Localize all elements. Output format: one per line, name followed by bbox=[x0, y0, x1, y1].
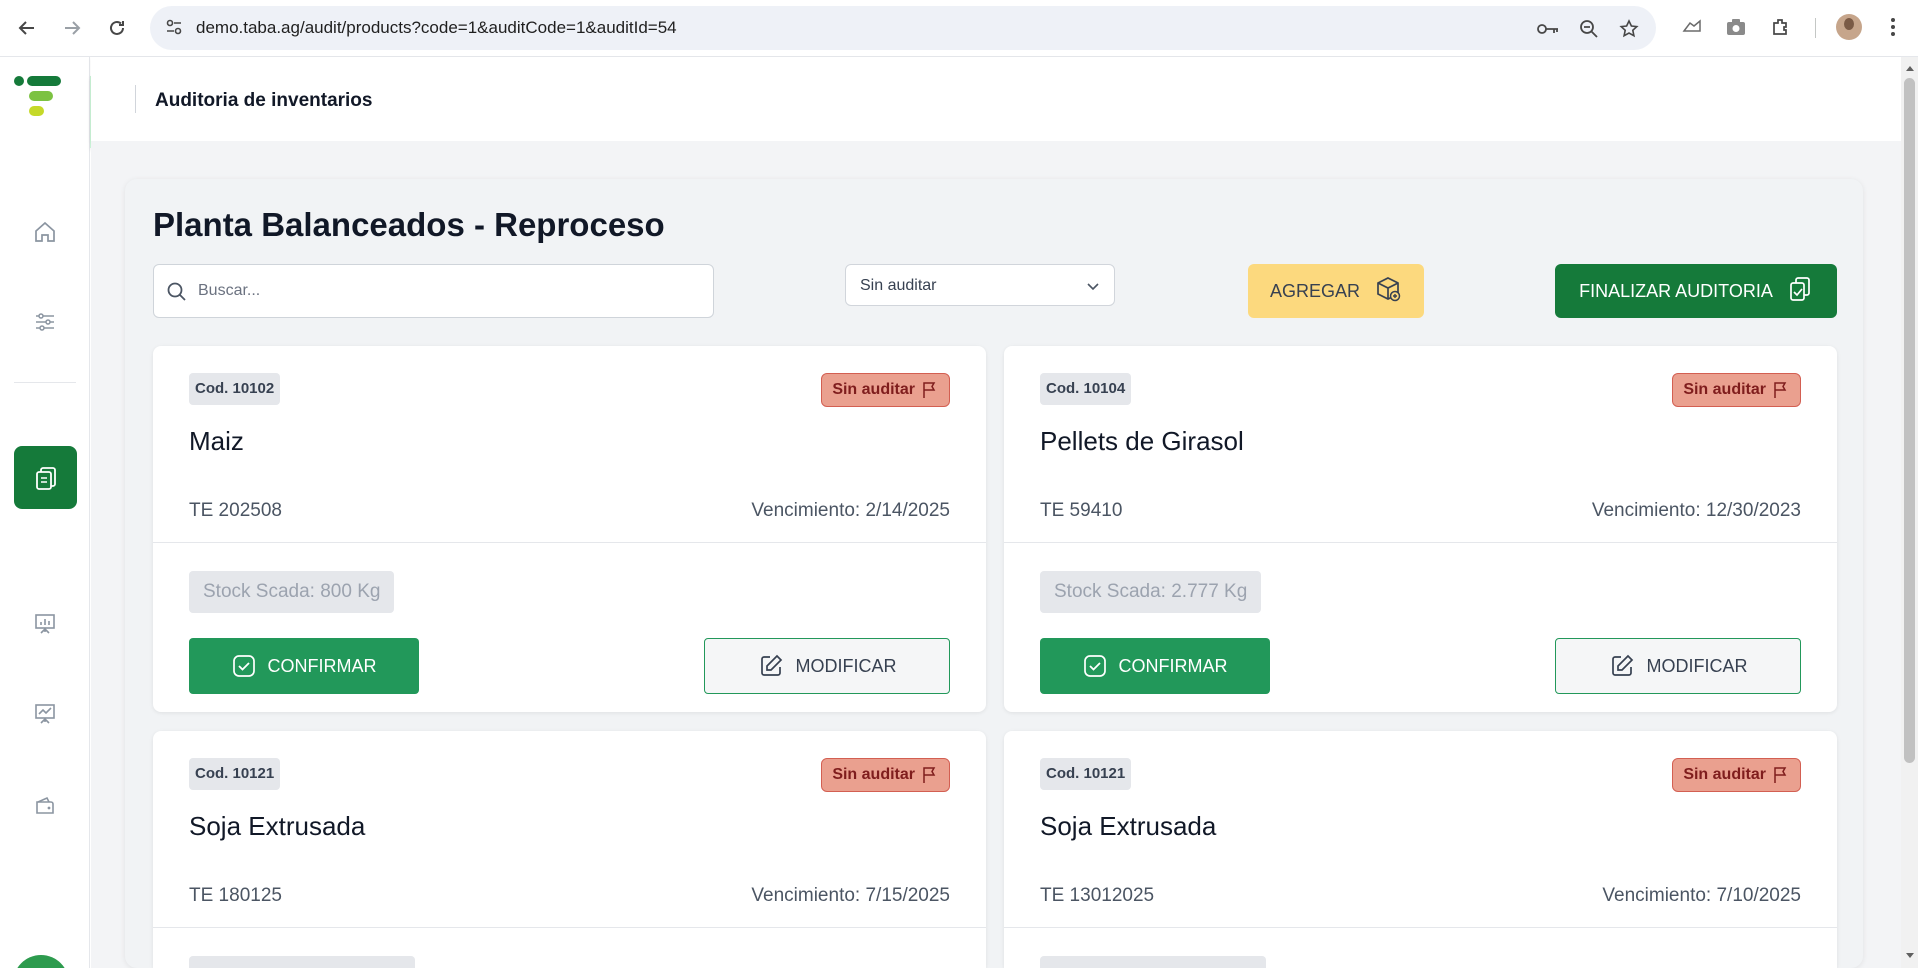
stock-scada: Stock Scada: 800 Kg bbox=[189, 571, 395, 613]
modify-label: MODIFICAR bbox=[795, 655, 897, 676]
site-settings-icon[interactable] bbox=[164, 17, 184, 42]
product-lot: TE 202508 bbox=[189, 500, 282, 521]
page-title: Planta Balanceados - Reproceso bbox=[153, 206, 665, 243]
status-filter-select[interactable]: Sin auditar bbox=[845, 264, 1115, 306]
app-header: Auditoria de inventarios bbox=[91, 57, 1901, 141]
confirm-button[interactable]: CONFIRMAR bbox=[189, 638, 419, 694]
card-divider bbox=[153, 927, 986, 928]
product-lot: TE 59410 bbox=[1040, 500, 1123, 521]
app-sidebar bbox=[0, 57, 90, 968]
status-filter-value: Sin auditar bbox=[860, 277, 937, 294]
product-lot: TE 180125 bbox=[189, 885, 282, 906]
search-input[interactable] bbox=[198, 279, 698, 303]
flag-icon bbox=[1774, 382, 1787, 398]
status-badge: Sin auditar bbox=[821, 758, 950, 792]
browser-toolbar: demo.taba.ag/audit/products?code=1&audit… bbox=[0, 0, 1918, 57]
card-divider bbox=[1004, 542, 1837, 543]
modify-button[interactable]: MODIFICAR bbox=[1555, 638, 1801, 694]
address-bar[interactable]: demo.taba.ag/audit/products?code=1&audit… bbox=[150, 6, 1656, 50]
stock-scada-placeholder bbox=[1040, 956, 1266, 968]
camera-icon[interactable] bbox=[1723, 14, 1749, 40]
star-icon[interactable] bbox=[1617, 17, 1641, 41]
puzzle-extensions-icon[interactable] bbox=[1768, 14, 1794, 40]
product-name: Pellets de Girasol bbox=[1040, 426, 1244, 456]
status-text: Sin auditar bbox=[1683, 381, 1766, 398]
header-divider bbox=[135, 85, 136, 113]
confirm-label: CONFIRMAR bbox=[267, 655, 377, 676]
clipboard-check-icon bbox=[1787, 276, 1813, 307]
toolbar-separator bbox=[1815, 18, 1816, 38]
finalize-audit-button[interactable]: FINALIZAR AUDITORIA bbox=[1555, 264, 1837, 318]
product-name: Soja Extrusada bbox=[189, 811, 366, 841]
kebab-menu-icon[interactable] bbox=[1880, 14, 1906, 40]
status-text: Sin auditar bbox=[1683, 766, 1766, 783]
scrollbar-thumb[interactable] bbox=[1904, 78, 1915, 763]
box-add-icon bbox=[1374, 275, 1402, 308]
edit-icon bbox=[1611, 654, 1633, 676]
finalize-audit-label: FINALIZAR AUDITORIA bbox=[1579, 280, 1773, 301]
product-card: Cod. 10104 Sin auditar Pellets de Giraso… bbox=[1004, 346, 1837, 712]
sidebar-divider bbox=[14, 382, 76, 383]
settings-leaf-gear-icon[interactable] bbox=[13, 955, 69, 968]
add-button-label: AGREGAR bbox=[1269, 280, 1361, 301]
profile-avatar[interactable] bbox=[1836, 14, 1862, 40]
back-arrow-icon[interactable] bbox=[11, 12, 43, 44]
home-icon[interactable] bbox=[26, 213, 64, 251]
card-divider bbox=[1004, 927, 1837, 928]
product-expiry: Vencimiento: 7/10/2025 bbox=[1602, 885, 1801, 906]
product-expiry: Vencimiento: 2/14/2025 bbox=[751, 500, 950, 521]
search-icon bbox=[166, 281, 188, 308]
add-button[interactable]: AGREGAR bbox=[1248, 264, 1424, 318]
edit-icon bbox=[760, 654, 782, 676]
stock-scada-placeholder bbox=[189, 956, 415, 968]
product-code: Cod. 10102 bbox=[189, 373, 281, 405]
product-code: Cod. 10121 bbox=[189, 758, 281, 790]
status-text: Sin auditar bbox=[832, 766, 915, 783]
product-card: Cod. 10121 Sin auditar Soja Extrusada TE… bbox=[1004, 731, 1837, 968]
product-code: Cod. 10104 bbox=[1040, 373, 1132, 405]
status-badge: Sin auditar bbox=[1672, 758, 1801, 792]
key-icon[interactable] bbox=[1536, 17, 1560, 41]
status-badge: Sin auditar bbox=[1672, 373, 1801, 407]
flag-icon bbox=[923, 382, 936, 398]
modify-button[interactable]: MODIFICAR bbox=[704, 638, 950, 694]
product-expiry: Vencimiento: 12/30/2023 bbox=[1591, 500, 1801, 521]
product-card: Cod. 10102 Sin auditar Maiz TE 202508 Ve… bbox=[153, 346, 986, 712]
zoom-icon[interactable] bbox=[1577, 17, 1601, 41]
chevron-down-icon bbox=[1086, 279, 1100, 297]
audit-clipboard-icon[interactable] bbox=[14, 446, 77, 509]
scroll-up-arrow-icon[interactable] bbox=[1904, 62, 1915, 74]
extension-icon[interactable] bbox=[1679, 14, 1705, 40]
header-title: Auditoria de inventarios bbox=[155, 90, 373, 111]
flag-icon bbox=[1774, 767, 1787, 783]
product-name: Maiz bbox=[189, 426, 244, 456]
trend-chart-icon[interactable] bbox=[26, 695, 64, 733]
product-lot: TE 13012025 bbox=[1040, 885, 1155, 906]
reload-icon[interactable] bbox=[101, 12, 133, 44]
product-expiry: Vencimiento: 7/15/2025 bbox=[751, 885, 950, 906]
wallet-icon[interactable] bbox=[26, 787, 64, 825]
app-logo[interactable] bbox=[13, 75, 65, 128]
search-box[interactable] bbox=[153, 264, 714, 318]
product-code: Cod. 10121 bbox=[1040, 758, 1132, 790]
presentation-chart-icon[interactable] bbox=[26, 605, 64, 643]
modify-label: MODIFICAR bbox=[1646, 655, 1748, 676]
scroll-down-arrow-icon[interactable] bbox=[1904, 950, 1915, 962]
status-badge: Sin auditar bbox=[821, 373, 950, 407]
confirm-button[interactable]: CONFIRMAR bbox=[1040, 638, 1270, 694]
stock-scada: Stock Scada: 2.777 Kg bbox=[1040, 571, 1262, 613]
confirm-label: CONFIRMAR bbox=[1118, 655, 1228, 676]
url-text[interactable]: demo.taba.ag/audit/products?code=1&audit… bbox=[196, 18, 677, 38]
sliders-icon[interactable] bbox=[26, 303, 64, 341]
check-square-icon bbox=[232, 655, 255, 677]
flag-icon bbox=[923, 767, 936, 783]
status-text: Sin auditar bbox=[832, 381, 915, 398]
product-card: Cod. 10121 Sin auditar Soja Extrusada TE… bbox=[153, 731, 986, 968]
check-square-icon bbox=[1083, 655, 1106, 677]
card-divider bbox=[153, 542, 986, 543]
product-name: Soja Extrusada bbox=[1040, 811, 1217, 841]
forward-arrow-icon[interactable] bbox=[56, 12, 88, 44]
